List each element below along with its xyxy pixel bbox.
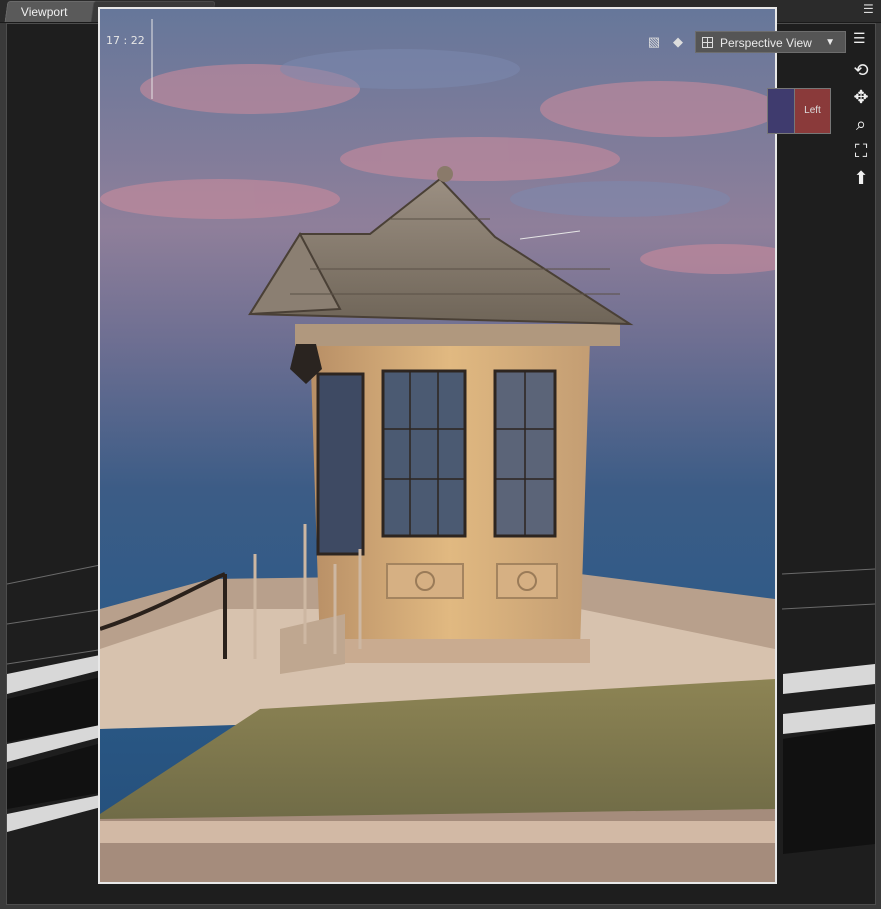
time-readout: 17 : 22 [106,34,145,47]
render-image [100,9,775,882]
view-cube[interactable]: Left [767,88,831,134]
render-settings-icon[interactable]: ▧ [646,34,662,50]
view-dropdown-label: Perspective View [720,36,812,50]
chevron-down-icon: ▼ [825,37,835,48]
view-cube-face-left[interactable]: Left [794,88,831,134]
tab-viewport[interactable]: Viewport [4,1,100,22]
zoom-icon[interactable]: ⌕ [849,112,873,136]
pan-icon[interactable]: ✥ [849,85,873,109]
view-dropdown[interactable]: Perspective View ▼ [695,31,846,53]
orbit-icon[interactable]: ⟲ [849,58,873,82]
tab-viewport-label: Viewport [20,5,68,19]
view-cube-label: Left [804,105,821,116]
camera-icon[interactable]: ◆ [670,34,686,50]
viewport-menu-icon[interactable]: ☰ [853,30,866,47]
navigation-tools: ⟲ ✥ ⌕ ⛶ ⬆ [849,58,875,193]
view-grid-icon [702,37,713,48]
render-frame [98,7,777,884]
view-cube-face-front[interactable] [767,88,795,134]
up-arrow-icon[interactable]: ⬆ [849,166,873,190]
panel-menu-icon[interactable]: ☰ [863,2,877,16]
frame-icon[interactable]: ⛶ [849,139,873,163]
